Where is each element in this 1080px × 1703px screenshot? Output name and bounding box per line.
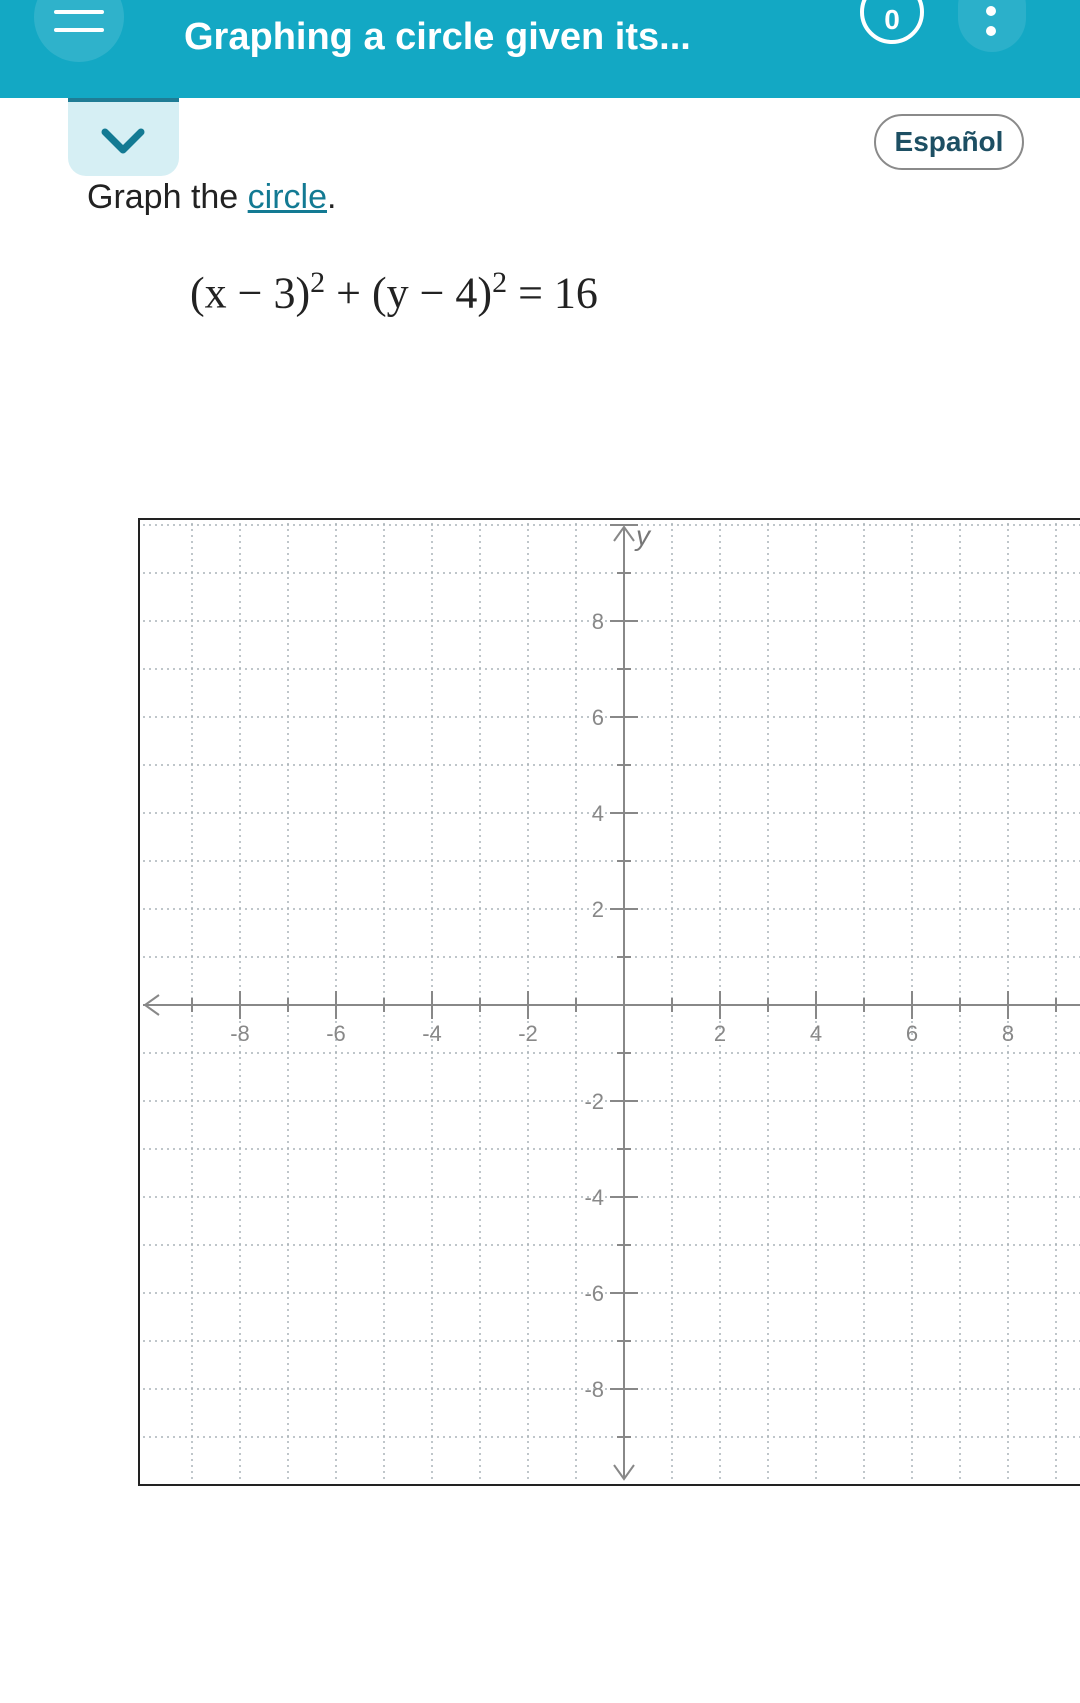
app-header: Graphing a circle given its... 0 — [0, 0, 1080, 98]
coordinate-plane[interactable]: y-8 -6 -4 -2 2 4 6 88642-2-4-6-8 — [0, 500, 1080, 1500]
x-tick-label: -4 — [422, 1021, 442, 1046]
y-tick-label: -8 — [584, 1377, 604, 1402]
equation-y-exponent: 2 — [492, 266, 508, 299]
x-tick-label: -6 — [326, 1021, 346, 1046]
espanol-language-button[interactable]: Español — [874, 114, 1024, 170]
x-tick-label: 6 — [906, 1021, 918, 1046]
more-options-button[interactable] — [958, 0, 1026, 52]
x-tick-label: 2 — [714, 1021, 726, 1046]
equation-plus: + — [325, 268, 372, 318]
hamburger-menu-button[interactable] — [34, 0, 124, 62]
prompt-text: Graph the — [87, 178, 248, 216]
equation-y-term: (y − 4) — [371, 268, 493, 318]
circle-equation: (x − 3)2 + (y − 4)2 = 16 — [190, 266, 598, 319]
y-tick-label: -4 — [584, 1185, 604, 1210]
equation-rhs: = 16 — [507, 268, 598, 318]
equation-x-term: (x − 3) — [190, 268, 311, 318]
graph-area: y -8 -6 -4 -2 2 4 6 8 8 6 4 2 -2 -4 -6 -8 — [0, 500, 1080, 1500]
question-prompt: Graph the circle. — [87, 178, 336, 217]
y-tick-label: -2 — [584, 1089, 604, 1114]
more-icon-dot — [986, 26, 996, 36]
prompt-period: . — [327, 178, 337, 216]
x-tick-label: -2 — [518, 1021, 538, 1046]
y-tick-label: 8 — [592, 609, 604, 634]
y-tick-label: -6 — [584, 1281, 604, 1306]
collapse-toggle-button[interactable] — [68, 98, 179, 176]
more-icon-dot — [986, 6, 996, 16]
page-title: Graphing a circle given its... — [184, 16, 691, 58]
menu-icon-bar-top — [54, 10, 104, 14]
chevron-down-icon — [101, 128, 145, 154]
x-tick-label: 8 — [1002, 1021, 1014, 1046]
y-tick-label: 6 — [592, 705, 604, 730]
x-tick-label: -8 — [230, 1021, 250, 1046]
menu-icon-bar-bottom — [54, 28, 104, 32]
score-badge[interactable]: 0 — [860, 0, 924, 44]
x-tick-label: 4 — [810, 1021, 822, 1046]
graph-frame — [138, 518, 1080, 1486]
circle-definition-link[interactable]: circle — [248, 178, 327, 216]
y-tick-label: 4 — [592, 801, 604, 826]
y-tick-label: 2 — [592, 897, 604, 922]
equation-x-exponent: 2 — [310, 266, 326, 299]
